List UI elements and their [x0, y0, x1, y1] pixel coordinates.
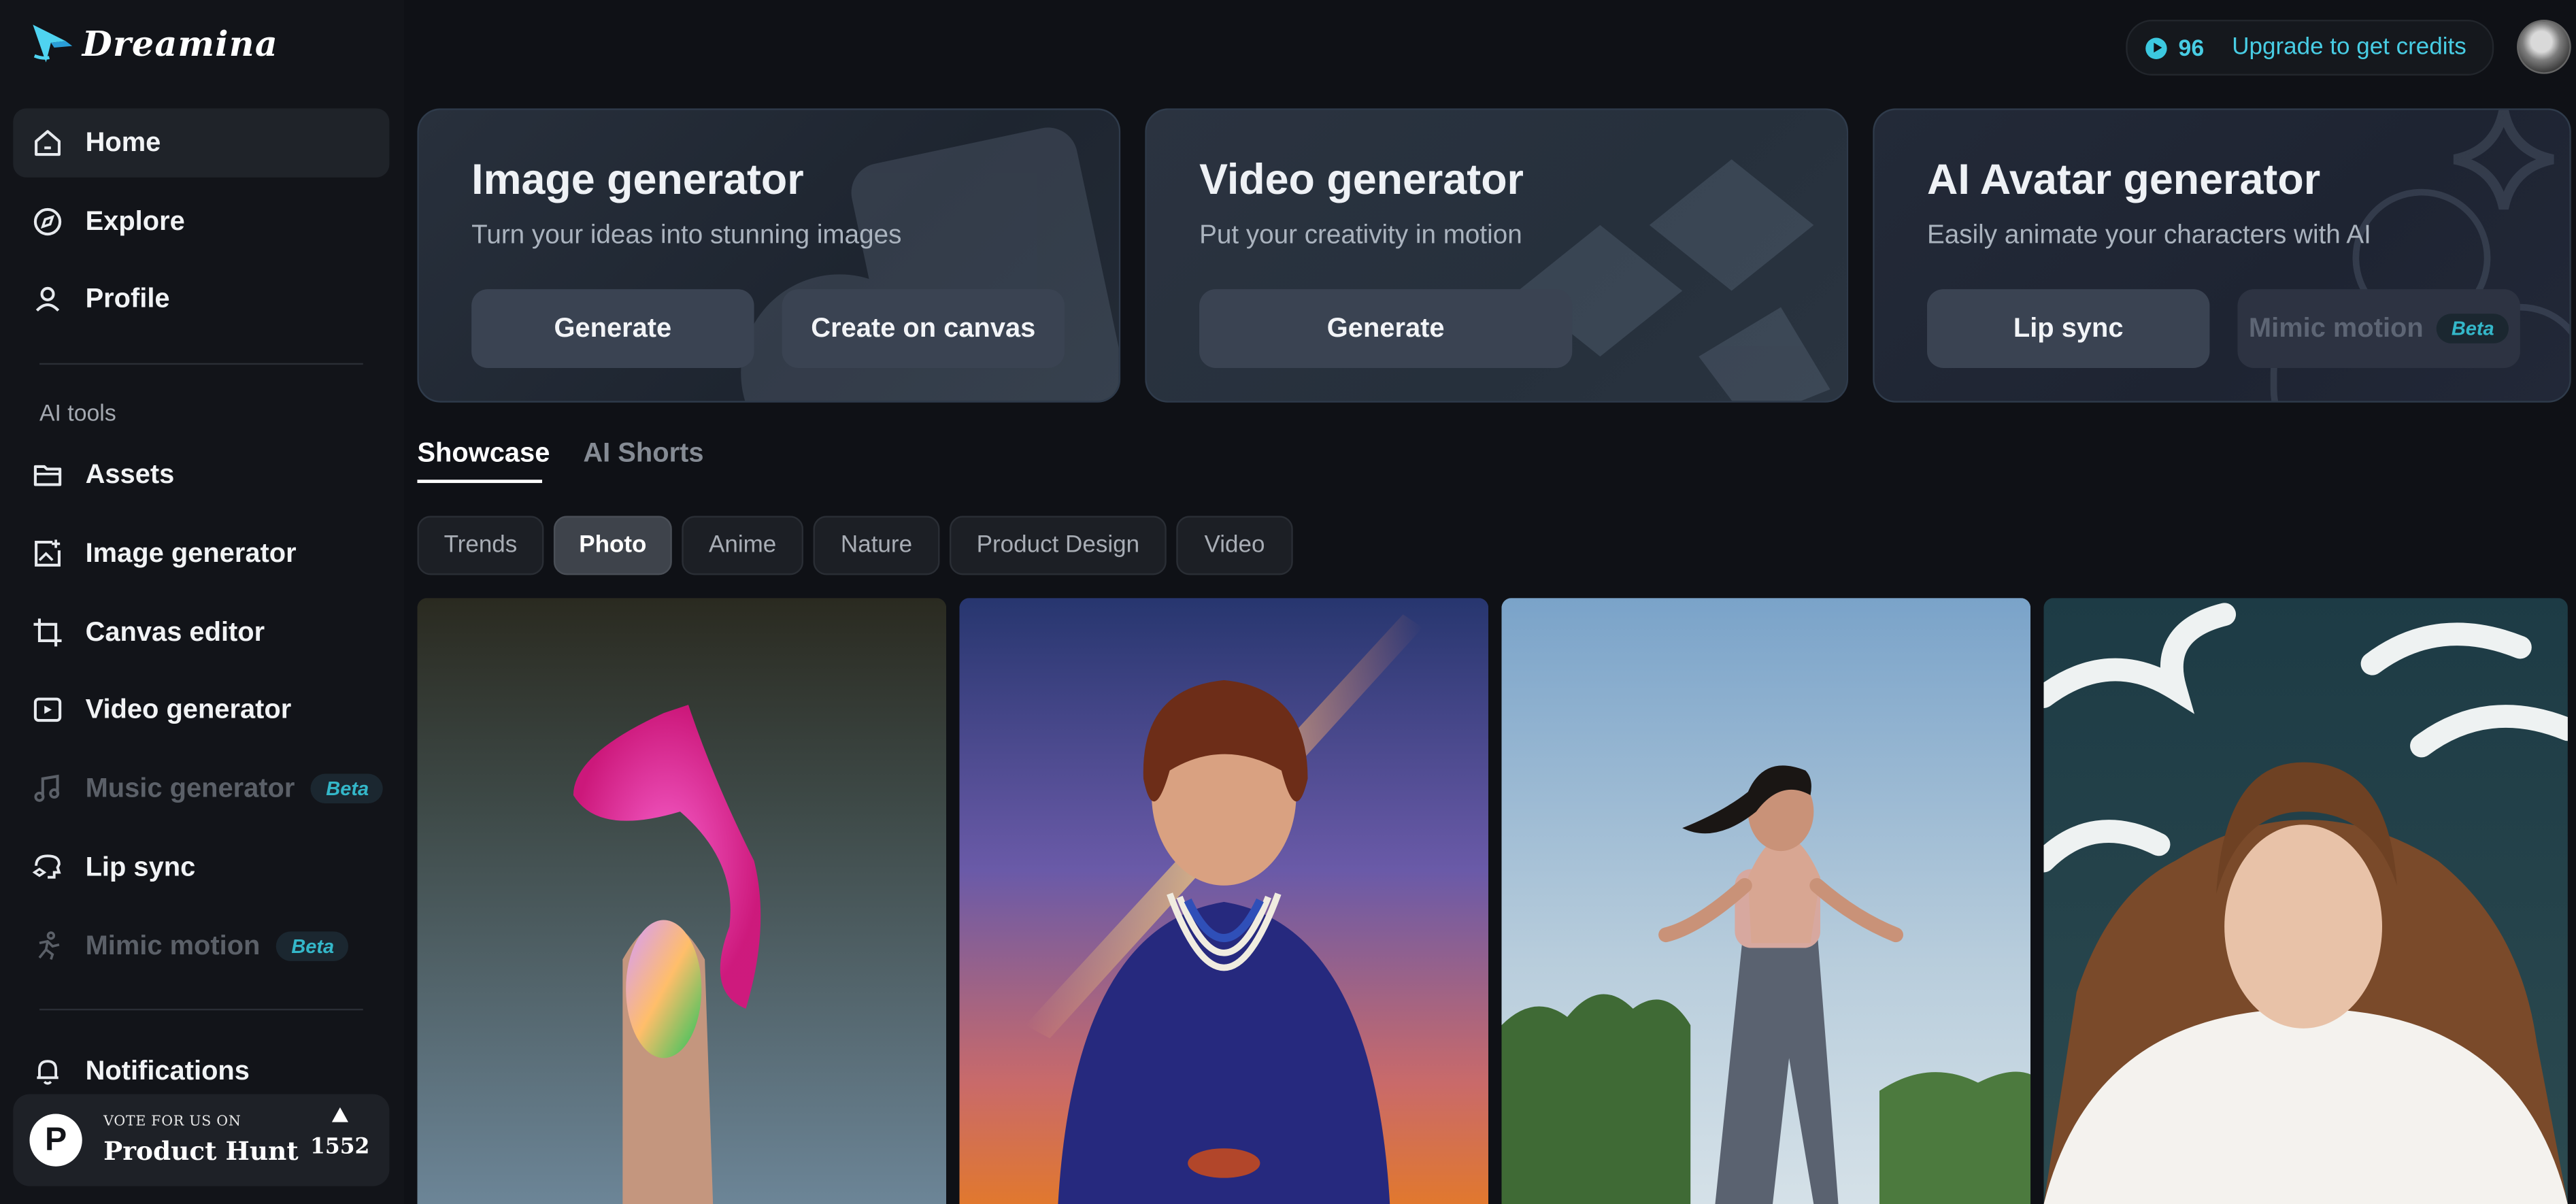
- product-hunt-caption: VOTE FOR US ON: [103, 1114, 241, 1131]
- sidebar-item-music-generator[interactable]: Music generator Beta: [13, 754, 389, 823]
- sidebar-item-label: Explore: [85, 206, 185, 236]
- sidebar-item-label: Mimic motion: [85, 931, 261, 960]
- product-hunt-name: Product Hunt: [103, 1135, 299, 1167]
- upvote-count: 1552: [310, 1135, 370, 1160]
- card-title: Image generator: [471, 154, 804, 204]
- home-icon: [29, 125, 65, 161]
- filter-chip-trends[interactable]: Trends: [417, 516, 544, 575]
- folder-icon: [29, 456, 65, 492]
- sidebar-item-lip-sync[interactable]: Lip sync: [13, 833, 389, 901]
- motion-icon: [29, 929, 65, 965]
- sidebar-item-label: Home: [85, 127, 161, 157]
- music-note-icon: [29, 771, 65, 807]
- crop-icon: [29, 614, 65, 650]
- tab-ai-shorts[interactable]: AI Shorts: [583, 439, 703, 470]
- filter-chip-video[interactable]: Video: [1176, 516, 1293, 575]
- beta-badge: Beta: [311, 773, 384, 804]
- sidebar-item-label: Profile: [85, 283, 170, 314]
- button-label: Mimic motion: [2248, 313, 2424, 343]
- sidebar-item-video-generator[interactable]: Video generator: [13, 675, 389, 744]
- card-subtitle: Turn your ideas into stunning images: [471, 222, 902, 250]
- sidebar-item-label: Notifications: [85, 1055, 250, 1086]
- video-generator-card: Video generator Put your creativity in m…: [1145, 108, 1849, 403]
- image-plus-icon: [29, 535, 65, 571]
- user-icon: [29, 281, 65, 317]
- card-title: Video generator: [1199, 154, 1524, 204]
- image-generator-card: Image generator Turn your ideas into stu…: [417, 108, 1121, 403]
- sidebar-item-label: Image generator: [85, 537, 297, 568]
- video-plus-icon: [29, 692, 65, 728]
- sidebar-item-home[interactable]: Home: [13, 108, 390, 178]
- filter-chip-product-design[interactable]: Product Design: [949, 516, 1167, 575]
- sidebar-item-profile[interactable]: Profile: [13, 265, 389, 333]
- sidebar-item-explore[interactable]: Explore: [13, 187, 389, 256]
- upvote-arrow-icon: [331, 1107, 348, 1122]
- sidebar-item-canvas-editor[interactable]: Canvas editor: [13, 598, 389, 667]
- card-title: AI Avatar generator: [1927, 154, 2321, 204]
- sidebar-item-label: Assets: [85, 459, 175, 489]
- woman-pearl-necklace-image[interactable]: [959, 598, 1489, 1204]
- active-tab-indicator: [417, 480, 543, 484]
- upgrade-link[interactable]: Upgrade to get credits: [2232, 35, 2466, 61]
- woman-in-snow-image[interactable]: [2043, 598, 2568, 1204]
- sidebar-item-image-generator[interactable]: Image generator: [13, 519, 389, 588]
- logo-text: Dreamina: [82, 22, 278, 63]
- upvote-counter: 1552: [310, 1107, 369, 1160]
- compass-icon: [29, 203, 65, 239]
- lip-sync-icon: [29, 850, 65, 886]
- sidebar-item-label: Video generator: [85, 694, 292, 724]
- neon-flame-fingernail-image[interactable]: [417, 598, 947, 1204]
- beta-badge: Beta: [276, 931, 349, 961]
- dreamina-logo-icon: [33, 24, 73, 63]
- sidebar-item-assets[interactable]: Assets: [13, 440, 389, 509]
- card-subtitle: Put your creativity in motion: [1199, 222, 1522, 250]
- filter-chip-anime[interactable]: Anime: [682, 516, 804, 575]
- bell-icon: [29, 1053, 65, 1089]
- sidebar: Dreamina Home Explore Profile AI tools A…: [0, 0, 405, 1204]
- dreamina-logo[interactable]: Dreamina: [29, 20, 278, 66]
- product-hunt-logo: P: [29, 1114, 82, 1167]
- video-generate-button[interactable]: Generate: [1199, 289, 1573, 369]
- image-generate-button[interactable]: Generate: [471, 289, 754, 369]
- ai-tools-heading: AI tools: [39, 399, 116, 426]
- sidebar-divider: [39, 363, 363, 365]
- ai-avatar-generator-card: AI Avatar generator Easily animate your …: [1873, 108, 2571, 403]
- sidebar-item-label: Lip sync: [85, 852, 196, 882]
- create-on-canvas-button[interactable]: Create on canvas: [782, 289, 1065, 369]
- filter-chip-photo[interactable]: Photo: [553, 516, 672, 575]
- sidebar-item-mimic-motion[interactable]: Mimic motion Beta: [13, 912, 389, 980]
- mimic-motion-button[interactable]: Mimic motion Beta: [2237, 289, 2520, 369]
- avatar[interactable]: [2517, 19, 2571, 74]
- woman-running-image[interactable]: [1501, 598, 2031, 1204]
- credit-icon: [2145, 37, 2167, 58]
- lip-sync-button[interactable]: Lip sync: [1927, 289, 2210, 369]
- card-subtitle: Easily animate your characters with AI: [1927, 222, 2371, 250]
- sidebar-divider: [39, 1008, 363, 1011]
- tab-showcase[interactable]: Showcase: [417, 439, 550, 470]
- beta-badge: Beta: [2437, 314, 2509, 344]
- credit-count: 96: [2178, 34, 2205, 61]
- credits-pill[interactable]: 96 Upgrade to get credits: [2126, 19, 2494, 76]
- sidebar-item-label: Music generator: [85, 773, 295, 803]
- filter-chip-nature[interactable]: Nature: [813, 516, 940, 575]
- sidebar-item-label: Canvas editor: [85, 616, 265, 647]
- product-hunt-vote-card[interactable]: P VOTE FOR US ON Product Hunt 1552: [13, 1094, 390, 1186]
